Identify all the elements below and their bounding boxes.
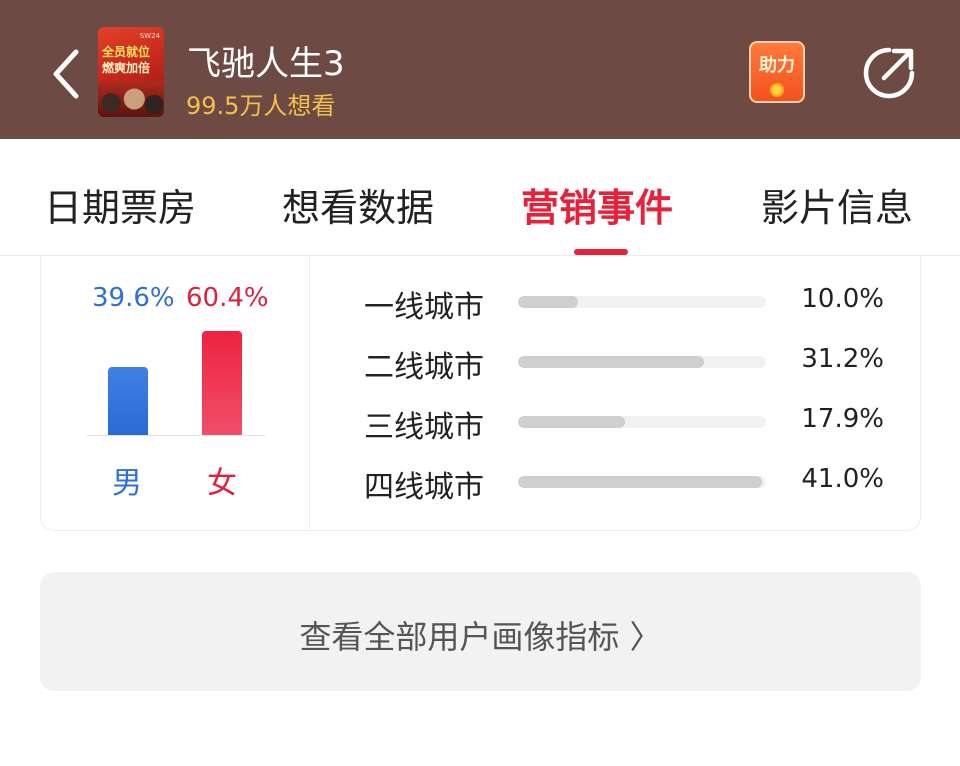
tab-bar: 日期票房 想看数据 营销事件 影片信息 [0,139,960,256]
tab-film-info[interactable]: 影片信息 [761,177,913,232]
city-tier-track [518,296,766,308]
female-percentage: 60.4% [186,283,269,313]
city-tier-fill [518,296,578,308]
city-tier-value: 31.2% [801,344,884,374]
city-tier-row: 四线城市 41.0% [364,462,884,505]
view-all-profile-label: 查看全部用户画像指标 〉 [299,618,662,656]
city-tier-track [518,476,766,488]
female-label: 女 [207,466,237,501]
city-tier-value: 10.0% [801,284,884,314]
movie-poster[interactable]: SW24 全员就位 燃爽加倍 [98,27,164,117]
tab-daily-box-office[interactable]: 日期票房 [44,177,196,232]
want-to-watch-count: 99.5万人想看 [186,92,336,120]
city-tier-track [518,416,766,428]
gender-chart-baseline [86,435,266,436]
active-tab-indicator [574,249,628,255]
city-tier-value: 17.9% [801,404,884,434]
city-tier-track [518,356,766,368]
boost-button[interactable]: 助力 [749,41,805,103]
city-tier-name: 二线城市 [364,350,484,385]
city-tier-fill [518,416,625,428]
coin-icon [770,83,784,97]
city-tier-name: 四线城市 [364,470,484,505]
female-bar [202,331,242,435]
card-divider [309,256,310,531]
city-tier-row: 一线城市 10.0% [364,282,884,325]
city-tier-fill [518,356,704,368]
boost-label: 助力 [759,55,795,76]
movie-title: 飞驰人生3 [187,44,345,84]
male-label: 男 [112,466,142,501]
city-tier-fill [518,476,762,488]
city-tier-name: 一线城市 [364,290,484,325]
tab-want-to-watch-data[interactable]: 想看数据 [282,177,434,232]
city-tier-name: 三线城市 [364,410,484,445]
share-icon[interactable] [860,44,918,102]
back-arrow-icon[interactable] [46,44,86,104]
male-bar [108,366,148,435]
city-tier-row: 三线城市 17.9% [364,402,884,445]
city-tier-value: 41.0% [801,464,884,494]
top-bar: SW24 全员就位 燃爽加倍 飞驰人生3 99.5万人想看 助力 [0,0,960,139]
tab-marketing-events[interactable]: 营销事件 [521,177,673,232]
view-all-profile-button[interactable]: 查看全部用户画像指标 〉 [40,572,921,691]
city-tier-row: 二线城市 31.2% [364,342,884,385]
male-percentage: 39.6% [92,283,175,313]
